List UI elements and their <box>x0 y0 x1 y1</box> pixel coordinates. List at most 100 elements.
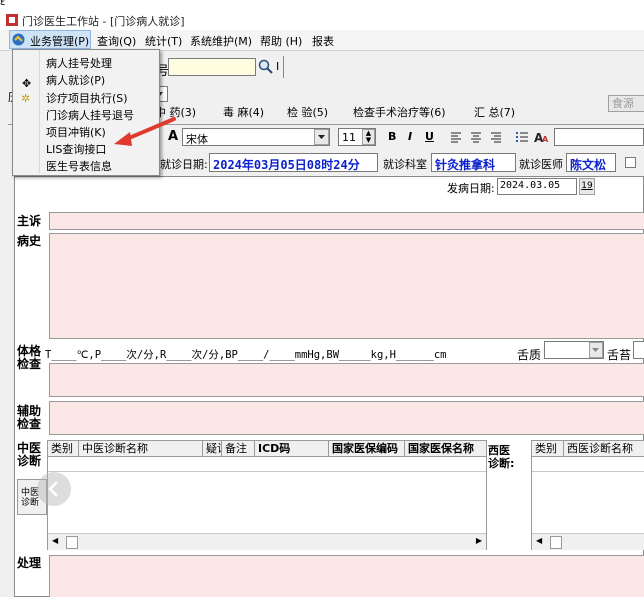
visit-date-value: 2024年03月05日08时24分 <box>213 158 360 172</box>
calendar-button-label: 19 <box>581 181 593 191</box>
western-scroll-left-icon[interactable]: ◀ <box>536 536 542 545</box>
tcm-col-insurance-name[interactable]: 国家医保名称 <box>405 441 487 457</box>
menu-stats[interactable]: 统计(T) <box>145 33 182 49</box>
window-title: 门诊医生工作站 - [门诊病人就诊] <box>22 15 185 28</box>
western-diagnosis-grid: 类别 西医诊断名称 ◀ <box>531 440 644 550</box>
tab-lab-test[interactable]: 检 验(5) <box>287 104 328 122</box>
western-diagnosis-label: 西医诊断: <box>488 444 518 470</box>
menu-business[interactable]: 业务管理(P) <box>30 33 89 49</box>
outer-fragment: ε <box>0 0 6 8</box>
star-icon: ✲ <box>21 92 31 105</box>
doctor-checkbox[interactable] <box>625 157 636 168</box>
back-nav-icon[interactable] <box>37 472 71 506</box>
dropdown-icon-column <box>13 50 40 173</box>
auxiliary-exam-label: 辅助检查 <box>17 405 45 431</box>
western-grid-empty-row <box>532 457 644 472</box>
tcm-col-name[interactable]: 中医诊断名称 <box>79 441 203 457</box>
chief-complaint-label: 主诉 <box>17 214 42 228</box>
western-diagnosis-text: 西医诊断: <box>488 444 515 470</box>
western-grid-scrollbar[interactable]: ◀ <box>532 533 644 550</box>
onset-date-field[interactable]: 2024.03.05 <box>497 178 577 195</box>
doctor-value: 陈文松 <box>570 158 607 172</box>
treatment-input[interactable] <box>49 555 644 597</box>
western-scroll-thumb[interactable] <box>550 536 562 549</box>
align-right-icon[interactable] <box>490 131 502 143</box>
svg-text:A: A <box>542 135 549 144</box>
scroll-thumb[interactable] <box>66 536 78 549</box>
tcm-col-remark[interactable]: 备注 <box>222 441 255 457</box>
font-size-icon[interactable]: AA <box>534 130 550 145</box>
scroll-left-icon[interactable]: ◀ <box>52 536 58 545</box>
align-center-icon[interactable] <box>470 131 482 143</box>
auxiliary-exam-input[interactable] <box>49 401 644 435</box>
font-name-select[interactable]: 宋体 <box>182 128 330 146</box>
annotation-arrow-icon <box>108 113 178 149</box>
chief-complaint-input[interactable] <box>49 212 644 230</box>
tcm-grid-empty-row <box>48 457 486 472</box>
tab-exam-surgery[interactable]: 检查手术治疗等(6) <box>353 104 446 122</box>
tcm-diagnosis-text: 中医诊断 <box>17 441 42 468</box>
tcm-col-insurance-code[interactable]: 国家医保编码 <box>329 441 405 457</box>
toolbar-separator <box>283 56 284 78</box>
tcm-col-category[interactable]: 类别 <box>48 441 79 457</box>
menu-item-doctor-schedule[interactable]: 医生号表信息 <box>46 158 112 174</box>
tcm-diagnosis-label: 中医诊断 <box>17 442 45 468</box>
menu-item-register[interactable]: 病人挂号处理 <box>46 55 112 71</box>
toolbar-extra-field[interactable] <box>554 128 644 146</box>
tongue-coating-label: 舌苔 <box>607 348 632 362</box>
font-size-input[interactable]: 11 ▲ ▼ <box>338 128 376 146</box>
main-window: 门诊医生工作站 - [门诊病人就诊] 业务管理(P) 查询(Q) 统计(T) 系… <box>0 10 644 597</box>
bold-button[interactable]: B <box>388 130 396 143</box>
tab-narcotic[interactable]: 毒 麻(4) <box>223 104 264 122</box>
check-icon: ✥ <box>22 77 32 90</box>
visit-date-label: 就诊日期: <box>160 158 208 171</box>
physical-exam-template: T____℃,P____次/分,R____次/分,BP____/____mmHg… <box>45 349 447 361</box>
patient-search-input[interactable] <box>168 58 256 76</box>
doctor-label: 就诊医师 <box>519 158 563 171</box>
tcm-col-suspect[interactable]: 疑诊 <box>203 441 222 457</box>
dept-label: 就诊科室 <box>383 158 427 171</box>
menu-item-visit[interactable]: 病人就诊(P) <box>46 72 105 88</box>
italic-button[interactable]: I <box>408 130 412 143</box>
onset-label: 发病日期: <box>447 182 495 195</box>
tcm-col-icd[interactable]: ICD码 <box>255 441 329 457</box>
title-bar: 门诊医生工作站 - [门诊病人就诊] <box>0 10 644 31</box>
treatment-label: 处理 <box>17 556 42 570</box>
history-input[interactable] <box>49 233 644 339</box>
menu-item-reverse[interactable]: 项目冲销(K) <box>46 124 106 140</box>
search-button[interactable]: I <box>276 60 279 73</box>
menu-bar: 业务管理(P) 查询(Q) 统计(T) 系统维护(M) 帮助 (H) 报表 <box>0 30 644 51</box>
business-icon <box>12 33 25 46</box>
chevron-down-icon[interactable] <box>314 129 329 145</box>
underline-button[interactable]: U <box>425 130 434 143</box>
font-size-value: 11 <box>342 131 356 144</box>
visit-date-field: 2024年03月05日08时24分 <box>209 153 378 172</box>
menu-help[interactable]: 帮助 (H) <box>260 33 302 49</box>
western-col-category[interactable]: 类别 <box>532 441 564 457</box>
scroll-right-icon[interactable]: ▶ <box>476 536 482 545</box>
search-icon[interactable] <box>258 59 274 75</box>
menu-item-execute[interactable]: 诊疗项目执行(S) <box>46 90 128 106</box>
onset-date-value: 2024.03.05 <box>500 180 561 191</box>
physical-exam-label: 体格检查 <box>17 345 45 371</box>
calendar-icon[interactable]: 19 <box>579 178 595 195</box>
tongue-quality-chevron-icon[interactable] <box>589 342 603 358</box>
tcm-diagnosis-grid: 类别 中医诊断名称 疑诊 备注 ICD码 国家医保编码 国家医保名称 ◀ ▶ <box>47 440 487 550</box>
font-size-stepper[interactable]: ▲ ▼ <box>362 129 375 145</box>
doctor-field: 陈文松 <box>566 153 616 172</box>
tcm-grid-scrollbar[interactable]: ◀ ▶ <box>48 533 486 550</box>
align-left-icon[interactable] <box>450 131 462 143</box>
menu-query[interactable]: 查询(Q) <box>97 33 136 49</box>
tongue-quality-select[interactable] <box>544 341 604 359</box>
app-icon <box>5 13 19 27</box>
menu-report[interactable]: 报表 <box>312 33 334 49</box>
tongue-coating-select[interactable] <box>633 341 644 359</box>
list-icon[interactable] <box>516 131 528 143</box>
tab-summary[interactable]: 汇 总(7) <box>474 104 515 122</box>
western-col-name[interactable]: 西医诊断名称 <box>564 441 644 457</box>
menu-item-lis[interactable]: LIS查询接口 <box>46 141 106 157</box>
tongue-quality-label: 舌质 <box>517 348 542 362</box>
physical-exam-text: 体格检查 <box>17 344 42 371</box>
physical-exam-input[interactable] <box>49 363 644 397</box>
menu-system[interactable]: 系统维护(M) <box>190 33 252 49</box>
